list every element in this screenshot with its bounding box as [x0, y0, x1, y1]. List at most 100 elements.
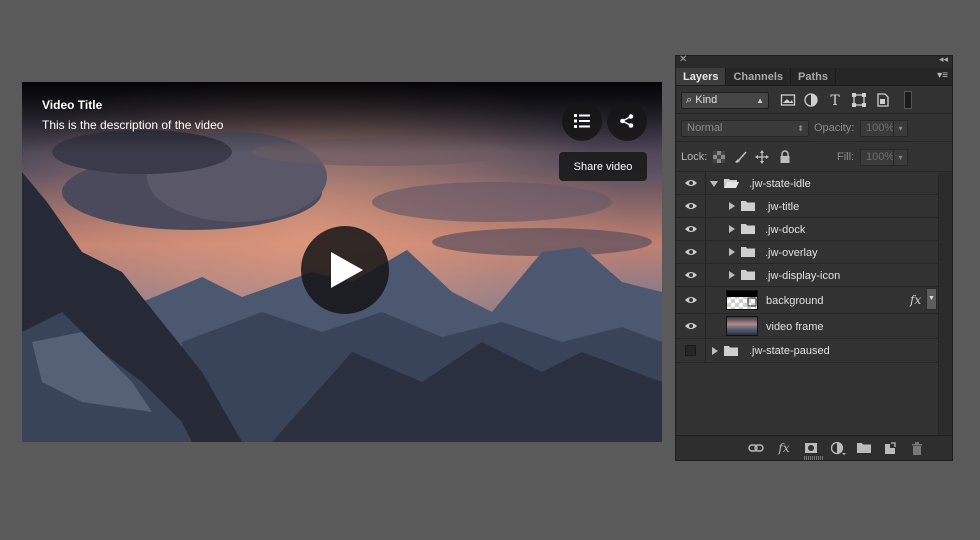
effects-toggle[interactable]: ▼: [926, 288, 937, 310]
layer-row-jw-display-icon[interactable]: .jw-display-icon: [676, 264, 938, 287]
play-button[interactable]: [301, 226, 389, 314]
svg-text:fx: fx: [777, 441, 789, 455]
layers-scrollbar[interactable]: [938, 172, 952, 435]
dropdown-arrow-icon[interactable]: ▾: [893, 121, 907, 136]
close-icon[interactable]: ✕: [679, 54, 687, 65]
folder-icon: [741, 201, 755, 211]
filter-row: ⌕ Kind ▲ T: [676, 86, 952, 114]
collapse-icon[interactable]: ◂◂: [939, 54, 948, 65]
visibility-cell: [676, 264, 706, 286]
expand-triangle-icon[interactable]: [710, 181, 718, 187]
expand-triangle-icon[interactable]: [729, 202, 735, 210]
mask-icon[interactable]: [803, 440, 819, 456]
type-filter-icon[interactable]: T: [827, 92, 843, 108]
visibility-cell: [676, 195, 706, 217]
panel-menu-icon[interactable]: ▾≡: [937, 70, 948, 81]
layer-name: background: [766, 295, 824, 307]
lock-all-icon[interactable]: [778, 150, 792, 164]
layer-row-background[interactable]: background fx ▼: [676, 287, 938, 314]
lock-transparency-icon[interactable]: [712, 150, 726, 164]
visibility-cell: [676, 314, 706, 338]
fx-icon[interactable]: fx: [910, 293, 921, 307]
layer-name: .jw-state-paused: [749, 345, 830, 357]
link-icon[interactable]: [748, 440, 764, 456]
search-icon: ⌕: [686, 94, 693, 106]
eye-icon[interactable]: [684, 295, 698, 305]
eye-icon[interactable]: [684, 178, 698, 188]
layer-row-jw-dock[interactable]: .jw-dock: [676, 218, 938, 241]
eye-icon[interactable]: [684, 270, 698, 280]
eye-icon[interactable]: [684, 224, 698, 234]
pixel-filter-icon[interactable]: [780, 92, 796, 108]
opacity-field[interactable]: 100% ▾: [860, 120, 908, 137]
layer-name: .jw-dock: [765, 224, 806, 236]
filter-kind-value: Kind: [695, 94, 718, 106]
smart-object-filter-icon[interactable]: [875, 92, 891, 108]
open-folder-icon: [724, 179, 739, 188]
video-description: This is the description of the video: [42, 118, 224, 132]
vector-mask-icon: [747, 297, 757, 307]
lock-pixels-brush-icon[interactable]: [733, 150, 747, 164]
dropdown-arrow-icon[interactable]: ▾: [893, 150, 907, 165]
eye-icon[interactable]: [684, 321, 698, 331]
layer-row-jw-state-idle[interactable]: .jw-state-idle: [676, 172, 938, 195]
layer-name: .jw-state-idle: [749, 178, 811, 190]
blend-row: Normal ⬍ Opacity: 100% ▾: [676, 114, 952, 142]
folder-icon: [741, 247, 755, 257]
panel-title-strip: ✕ ◂◂: [676, 54, 952, 68]
share-button[interactable]: [607, 101, 647, 141]
playlist-button[interactable]: [562, 101, 602, 141]
resize-grip[interactable]: [804, 456, 824, 460]
layer-name: .jw-overlay: [765, 247, 818, 259]
expand-triangle-icon[interactable]: [712, 347, 718, 355]
adjustment-icon[interactable]: [830, 440, 846, 456]
expand-triangle-icon[interactable]: [729, 225, 735, 233]
tab-layers[interactable]: Layers: [676, 68, 727, 85]
new-layer-icon[interactable]: [882, 440, 898, 456]
tab-paths[interactable]: Paths: [791, 68, 836, 85]
lock-label: Lock:: [681, 151, 708, 163]
layers-panel: ✕ ◂◂ Layers Channels Paths ▾≡ ⌕ Kind ▲ T: [675, 54, 953, 461]
expand-triangle-icon[interactable]: [729, 248, 735, 256]
trash-icon[interactable]: [909, 440, 925, 456]
video-player[interactable]: Video Title This is the description of t…: [22, 82, 662, 442]
layer-row-jw-title[interactable]: .jw-title: [676, 195, 938, 218]
layer-list: .jw-state-idle .jw-title .jw-dock .jw-ov…: [676, 172, 938, 435]
fill-field[interactable]: 100% ▾: [860, 149, 908, 166]
fill-label: Fill:: [837, 151, 855, 163]
layer-name: video frame: [766, 321, 824, 333]
folder-icon: [724, 346, 738, 356]
opacity-value: 100%: [866, 122, 895, 134]
blend-mode-select[interactable]: Normal ⬍: [681, 120, 809, 137]
lock-position-move-icon[interactable]: [755, 150, 769, 164]
eye-icon[interactable]: [684, 247, 698, 257]
filter-toggle[interactable]: [904, 91, 912, 109]
blend-mode-value: Normal: [687, 122, 723, 134]
layer-row-jw-state-paused[interactable]: .jw-state-paused: [676, 339, 938, 363]
panel-tabs: Layers Channels Paths ▾≡: [676, 68, 952, 86]
share-icon: [620, 114, 634, 128]
layer-row-jw-overlay[interactable]: .jw-overlay: [676, 241, 938, 264]
visibility-cell: [676, 218, 706, 240]
stepper-icon: ▲: [756, 96, 764, 105]
visibility-cell: [676, 241, 706, 263]
visibility-cell: [676, 172, 706, 194]
eye-icon[interactable]: [684, 201, 698, 211]
visibility-empty-box[interactable]: [685, 345, 696, 356]
fx-icon[interactable]: fx: [776, 440, 792, 456]
layer-name: .jw-display-icon: [765, 270, 841, 282]
shape-filter-icon[interactable]: [851, 92, 867, 108]
adjustment-filter-icon[interactable]: [803, 92, 819, 108]
svg-text:T: T: [830, 93, 840, 108]
new-group-icon[interactable]: [856, 440, 872, 456]
filter-kind-select[interactable]: ⌕ Kind ▲: [681, 92, 769, 109]
tab-channels[interactable]: Channels: [726, 68, 791, 85]
layer-row-video-frame[interactable]: video frame: [676, 314, 938, 339]
fill-value: 100%: [866, 151, 895, 163]
layer-name: .jw-title: [765, 201, 800, 213]
visibility-cell: [676, 339, 706, 362]
expand-triangle-icon[interactable]: [729, 271, 735, 279]
opacity-label: Opacity:: [814, 122, 855, 134]
folder-icon: [741, 270, 755, 280]
folder-icon: [741, 224, 755, 234]
